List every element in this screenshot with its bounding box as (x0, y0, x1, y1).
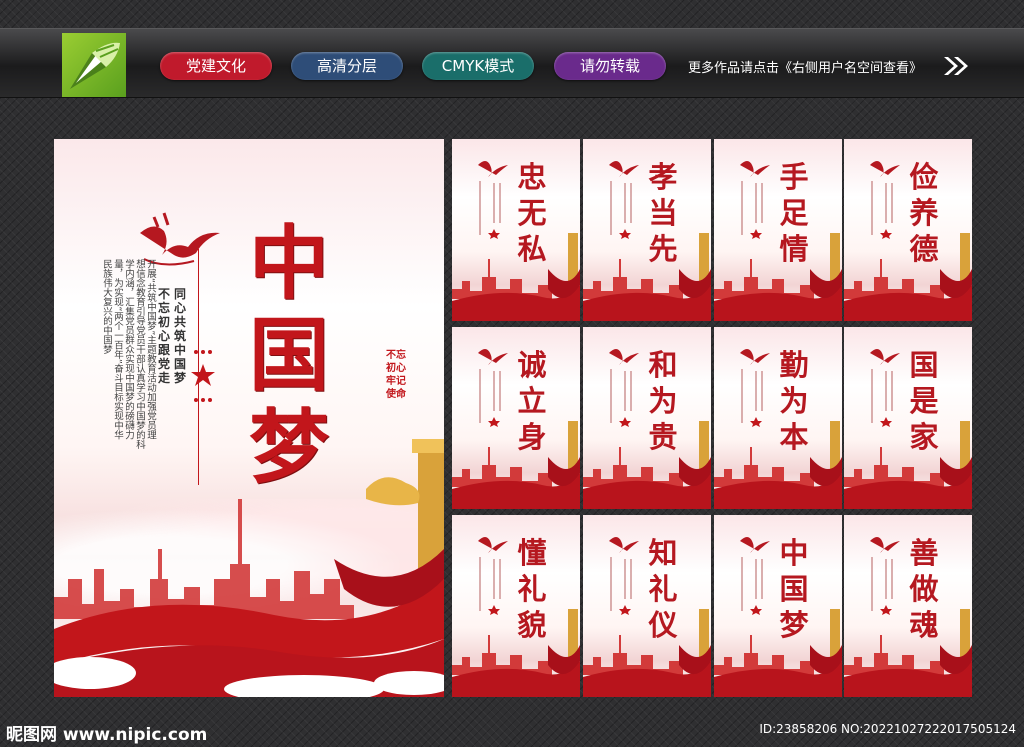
pen-tool-icon (62, 33, 126, 97)
china-dream-logo-icon (478, 161, 508, 177)
stars-decoration-icon (191, 350, 215, 402)
main-poster: 不忘初心跟党走 同心共筑中国梦 开展“共筑中国梦”主题教育活动加强党员理想信念教… (54, 139, 444, 697)
skyline-ribbon-scene (583, 233, 711, 321)
more-works-link[interactable]: 更多作品请点击《右侧用户名空间查看》 (688, 57, 922, 76)
poster-canvas: 不忘初心跟党走 同心共筑中国梦 开展“共筑中国梦”主题教育活动加强党员理想信念教… (54, 139, 972, 697)
tag-hd-layers[interactable]: 高清分层 (291, 52, 403, 80)
city-skyline-ribbon-scene (54, 439, 444, 697)
mini-poster: 国是家 (844, 327, 972, 509)
site-watermark: 昵图网 www.nipic.com (6, 725, 208, 745)
china-dream-logo-icon (609, 349, 639, 365)
mini-poster: 俭养德 (844, 139, 972, 321)
china-dream-logo-icon (740, 161, 770, 177)
china-dream-logo-icon (870, 349, 900, 365)
footer-bar: 昵图网 www.nipic.com ID:23858206 NO:2022102… (0, 712, 1024, 747)
skyline-ribbon-scene (452, 233, 580, 321)
poster-body-text: 开展“共筑中国梦”主题教育活动加强党员理想信念教育引导党员干部认真学习中国梦的科… (101, 259, 156, 449)
tag-cmyk-mode[interactable]: CMYK模式 (422, 52, 534, 80)
slogan-build-dream: 同心共筑中国梦 (174, 287, 187, 385)
skyline-ribbon-scene (452, 609, 580, 697)
china-dream-logo-icon (609, 537, 639, 553)
skyline-ribbon-scene (714, 421, 842, 509)
china-dream-logo-icon (870, 537, 900, 553)
china-dream-logo-icon (740, 349, 770, 365)
china-dream-logo-icon (478, 537, 508, 553)
mini-poster: 勤为本 (714, 327, 842, 509)
header-bar: 党建文化 高清分层 CMYK模式 请勿转载 更多作品请点击《右侧用户名空间查看》 (0, 28, 1024, 98)
mini-poster: 和为贵 (583, 327, 711, 509)
skyline-ribbon-scene (844, 233, 972, 321)
china-dream-logo-icon (740, 537, 770, 553)
tag-party-culture[interactable]: 党建文化 (160, 52, 272, 80)
mini-poster: 知礼仪 (583, 515, 711, 697)
china-dream-logo-icon (870, 161, 900, 177)
slogan-follow-party: 不忘初心跟党走 (158, 287, 171, 385)
skyline-ribbon-scene (844, 421, 972, 509)
skyline-ribbon-scene (583, 421, 711, 509)
mini-poster: 善做魂 (844, 515, 972, 697)
mini-poster: 忠无私 (452, 139, 580, 321)
seal-text: 不忘初心 牢记使命 (386, 350, 406, 400)
skyline-ribbon-scene (714, 609, 842, 697)
china-dream-logo-icon (478, 349, 508, 365)
skyline-ribbon-scene (452, 421, 580, 509)
mini-poster: 手足情 (714, 139, 842, 321)
skyline-ribbon-scene (714, 233, 842, 321)
skyline-ribbon-scene (844, 609, 972, 697)
mini-poster: 中国梦 (714, 515, 842, 697)
mini-poster: 孝当先 (583, 139, 711, 321)
double-chevron-right-icon[interactable] (942, 55, 970, 77)
mini-poster: 懂礼貌 (452, 515, 580, 697)
skyline-ribbon-scene (583, 609, 711, 697)
image-id-text: ID:23858206 NO:20221027222017505124 (759, 722, 1016, 736)
mini-poster: 诚立身 (452, 327, 580, 509)
china-dream-logo-icon (609, 161, 639, 177)
tag-no-repost[interactable]: 请勿转载 (554, 52, 666, 80)
